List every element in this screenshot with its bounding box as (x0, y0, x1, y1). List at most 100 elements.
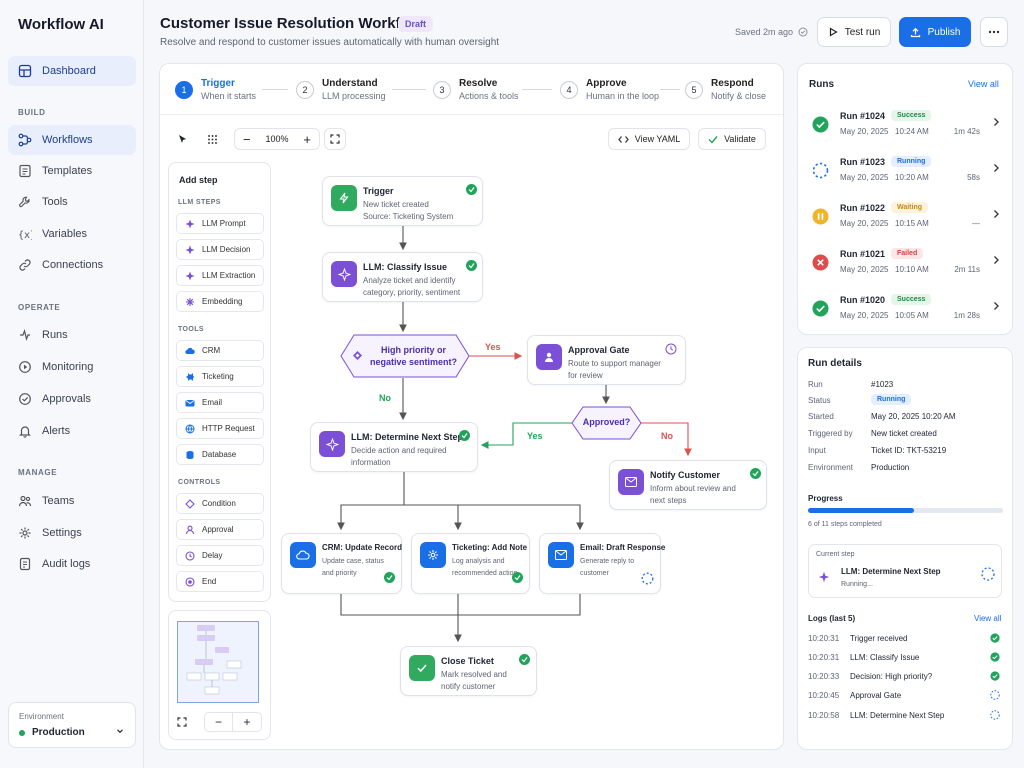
run-date: May 20, 2025 (840, 219, 889, 228)
node-description: Mark resolved and notify customer (441, 670, 507, 691)
node-approval-gate[interactable]: Approval Gate Route to support manager f… (527, 335, 686, 385)
log-time: 10:20:45 (808, 691, 840, 700)
node-email-draft[interactable]: Email: Draft Response Generate reply to … (539, 533, 665, 594)
check-square-icon (409, 655, 435, 681)
node-description: Log analysis and recommended action (452, 558, 518, 577)
check-icon (384, 572, 395, 583)
field-label: Triggered by (808, 429, 853, 438)
node-description: Route to support manager for review (568, 359, 661, 380)
success-icon (812, 116, 829, 133)
run-details-title: Run details (808, 358, 862, 369)
node-priority-decision[interactable]: High priority or negative sentiment? (340, 334, 470, 378)
node-determine-next-step[interactable]: LLM: Determine Next Step Decide action a… (310, 422, 478, 472)
run-time: 10:05 AM (895, 311, 929, 320)
chevron-right-icon (994, 164, 999, 172)
sparkle-icon (331, 261, 357, 287)
runs-view-all-link[interactable]: View all (968, 79, 999, 89)
success-icon (812, 300, 829, 317)
check-icon (459, 430, 470, 441)
run-duration: 1m 42s (953, 127, 980, 136)
pause-icon (812, 208, 829, 225)
node-description: Decide action and required information (351, 446, 447, 467)
field-value: Production (871, 463, 910, 472)
decision-label: High priority or negative sentiment? (370, 345, 458, 367)
edge-label-no: No (661, 431, 673, 441)
run-name: Run #1020 (840, 295, 886, 305)
progress-text: 6 of 11 steps completed (808, 521, 882, 528)
current-step-status: Running... (841, 581, 873, 588)
field-label: Input (808, 446, 826, 455)
mail-icon (618, 469, 644, 495)
edge-label-yes: Yes (527, 431, 543, 441)
run-row[interactable]: Run #1023 Running May 20, 2025 10:20 AM … (798, 148, 1014, 193)
log-message: LLM: Classify Issue (850, 653, 920, 662)
node-crm-update[interactable]: CRM: Update Record Update case, status a… (281, 533, 402, 594)
run-duration: 58s (967, 173, 980, 182)
node-notify-customer[interactable]: Notify Customer Inform about review and … (609, 460, 767, 510)
run-name: Run #1021 (840, 249, 886, 259)
node-title: Notify Customer (650, 470, 721, 480)
log-message: Decision: High priority? (850, 672, 933, 681)
chevron-right-icon (994, 210, 999, 218)
node-title: Trigger (363, 186, 394, 196)
node-title: Close Ticket (441, 656, 494, 666)
run-name: Run #1024 (840, 111, 886, 121)
sparkle-icon (319, 431, 345, 457)
run-status-badge: Success (891, 294, 932, 305)
run-status-badge: Failed (891, 248, 924, 259)
edge-label-yes: Yes (485, 342, 501, 352)
check-icon (519, 654, 530, 665)
node-description: New ticket created Source: Ticketing Sys… (363, 200, 454, 221)
node-close-ticket[interactable]: Close Ticket Mark resolved and notify cu… (400, 646, 537, 696)
loading-spinner-icon (812, 162, 829, 179)
run-status-badge: Waiting (891, 202, 929, 213)
run-row[interactable]: Run #1024 Success May 20, 2025 10:24 AM … (798, 102, 1014, 147)
progress-label: Progress (808, 494, 843, 503)
check-icon (512, 572, 523, 583)
run-time: 10:24 AM (895, 127, 929, 136)
current-step-name: LLM: Determine Next Step (841, 567, 941, 576)
log-message: Approval Gate (850, 691, 902, 700)
node-description: Inform about review and next steps (650, 484, 736, 505)
edge-label-no: No (379, 393, 391, 403)
error-icon (812, 254, 829, 271)
field-label: Run (808, 380, 823, 389)
run-details-panel: Run details Run #1023 Status Running Sta… (797, 347, 1013, 750)
log-time: 10:20:31 (808, 653, 840, 662)
node-title: LLM: Determine Next Step (351, 432, 464, 442)
node-classify-issue[interactable]: LLM: Classify Issue Analyze ticket and i… (322, 252, 483, 302)
run-duration: — (972, 219, 980, 228)
loading-spinner-icon (981, 567, 995, 581)
log-time: 10:20:31 (808, 634, 840, 643)
runs-title: Runs (809, 79, 834, 90)
runs-panel: Runs View all Run #1024 Success May 20, … (797, 63, 1013, 335)
run-row[interactable]: Run #1021 Failed May 20, 2025 10:10 AM 2… (798, 240, 1014, 285)
node-description: Analyze ticket and identify category, pr… (363, 276, 461, 297)
bolt-icon (331, 185, 357, 211)
run-row[interactable]: Run #1022 Waiting May 20, 2025 10:15 AM … (798, 194, 1014, 239)
field-label: Status (808, 396, 831, 405)
node-title: Email: Draft Response (580, 543, 666, 552)
node-approved-decision[interactable]: Approved? (571, 406, 642, 440)
node-ticketing-note[interactable]: Ticketing: Add Note Log analysis and rec… (411, 533, 530, 594)
chevron-right-icon (994, 256, 999, 264)
node-title: CRM: Update Record (322, 543, 403, 552)
diamond-icon (353, 351, 362, 360)
check-icon (750, 468, 761, 479)
mail-icon (548, 542, 574, 568)
field-label: Started (808, 412, 834, 421)
current-step-card[interactable]: Current step LLM: Determine Next Step Ru… (808, 544, 1002, 598)
run-date: May 20, 2025 (840, 265, 889, 274)
current-step-label: Current step (816, 551, 855, 558)
node-description: Generate reply to customer (580, 558, 635, 577)
progress-fill (808, 508, 915, 513)
run-row[interactable]: Run #1020 Success May 20, 2025 10:05 AM … (798, 286, 1014, 331)
loading-spinner-icon (641, 572, 654, 585)
run-duration: 1m 28s (953, 311, 980, 320)
logs-view-all-link[interactable]: View all (974, 614, 1001, 623)
clock-icon (665, 343, 677, 355)
decision-label: Approved? (582, 417, 631, 427)
user-icon (536, 344, 562, 370)
node-trigger[interactable]: Trigger New ticket created Source: Ticke… (322, 176, 483, 226)
check-icon (466, 260, 477, 271)
